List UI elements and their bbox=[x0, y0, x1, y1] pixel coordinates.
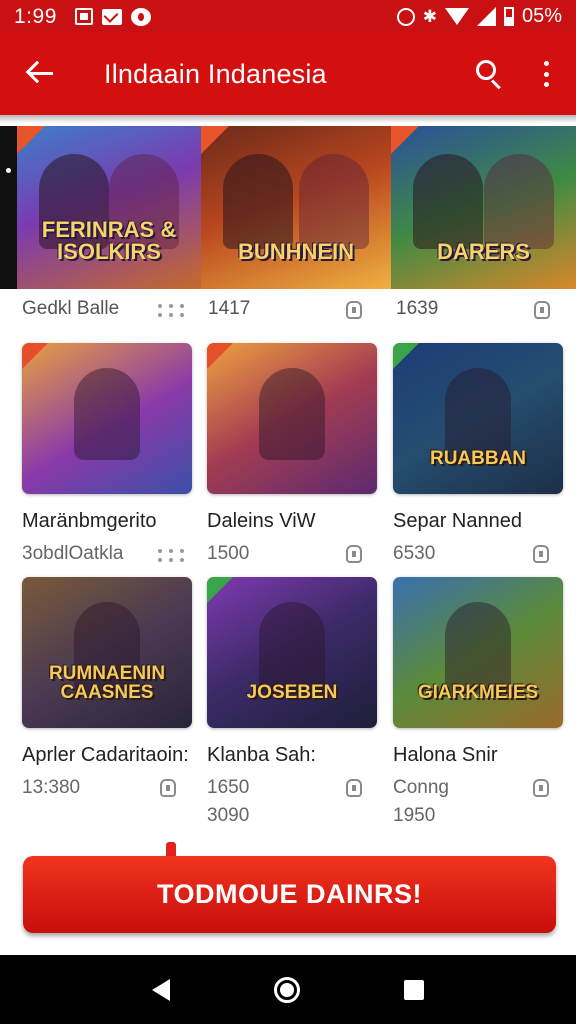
banner-label: 1639 bbox=[396, 298, 439, 319]
banner-art-title: FERINRAS & ISOLKIRS bbox=[41, 217, 177, 264]
hero-figure-art bbox=[484, 154, 554, 249]
game-meta: 1650 3090 bbox=[207, 777, 377, 826]
page-title: Ilndaain Indanesia bbox=[104, 58, 327, 89]
game-card[interactable]: RUMNAENIN CAASNES Aprler Cadaritaoin: 13… bbox=[22, 577, 192, 799]
status-bar: 1:99 ✱ 05% bbox=[0, 0, 576, 33]
thumb-icon bbox=[534, 301, 550, 319]
badge-corner-icon bbox=[207, 343, 233, 369]
hero-figure-art bbox=[299, 154, 369, 249]
game-thumbnail[interactable]: JOSEBEN bbox=[207, 577, 377, 728]
battery-percent: 05% bbox=[521, 5, 562, 27]
game-stat: 1500 bbox=[207, 543, 250, 564]
game-meta: 1500 bbox=[207, 543, 377, 565]
thumb-icon bbox=[346, 545, 362, 563]
game-name: Klanba Sah: bbox=[207, 744, 316, 766]
badge-corner-icon bbox=[22, 343, 48, 369]
game-thumbnail[interactable] bbox=[207, 343, 377, 494]
game-art-title: RUABBAN bbox=[429, 448, 527, 469]
notification-box-icon bbox=[74, 8, 93, 25]
badge-corner-icon bbox=[201, 126, 229, 154]
badge-corner-icon bbox=[393, 343, 419, 369]
grid-dots-icon bbox=[158, 549, 184, 563]
game-meta: 13:380 bbox=[22, 777, 192, 799]
hero-figure-art bbox=[223, 154, 293, 249]
more-vert-icon[interactable] bbox=[534, 58, 558, 90]
game-stat-secondary: 3090 bbox=[207, 805, 250, 826]
game-name: Aprler Cadaritaoin: bbox=[22, 744, 189, 766]
banner-art-title: BUNHNEIN bbox=[237, 239, 355, 264]
banner-label: Gedkl Balle bbox=[22, 298, 120, 319]
nav-home-icon[interactable] bbox=[274, 976, 300, 1003]
game-stat: 1650 bbox=[207, 777, 250, 798]
game-thumbnail[interactable]: RUABBAN bbox=[393, 343, 563, 494]
nav-back-icon[interactable] bbox=[152, 978, 170, 1001]
carousel-previous-edge[interactable] bbox=[0, 126, 17, 289]
game-thumbnail[interactable] bbox=[22, 343, 192, 494]
wifi-icon bbox=[444, 8, 469, 25]
game-name: Daleins ViW bbox=[207, 510, 316, 532]
game-meta: 3obdlOatkla bbox=[22, 543, 192, 565]
game-stat: 3obdlOatkla bbox=[22, 543, 124, 564]
badge-corner-icon bbox=[207, 577, 233, 603]
status-system-icons: ✱ 05% bbox=[396, 5, 562, 28]
banner-tile[interactable]: BUNHNEIN bbox=[201, 126, 391, 289]
mail-icon bbox=[101, 8, 122, 25]
banner-label: 1417 bbox=[208, 298, 251, 319]
game-name: Halona Snir bbox=[393, 744, 498, 766]
game-thumbnail[interactable]: GIARKMEIES bbox=[393, 577, 563, 728]
game-stat: Conng bbox=[393, 777, 449, 798]
banner-tile[interactable]: DARERS bbox=[391, 126, 576, 289]
badge-corner-icon bbox=[17, 126, 45, 154]
badge-corner-icon bbox=[391, 126, 419, 154]
thumb-icon bbox=[533, 545, 549, 563]
game-card[interactable]: JOSEBEN Klanba Sah: 1650 3090 bbox=[207, 577, 377, 826]
alarm-icon bbox=[396, 7, 415, 26]
hero-figure-art bbox=[413, 154, 483, 249]
app-bar: Ilndaain Indanesia bbox=[0, 33, 576, 118]
banner-info-row: Gedkl Balle 1417 1639 bbox=[0, 295, 576, 325]
hero-figure-art bbox=[445, 368, 511, 460]
cta-button[interactable]: TODMOUE DAINRS! bbox=[23, 856, 556, 933]
game-art-title: JOSEBEN bbox=[246, 682, 338, 703]
status-time: 1:99 bbox=[14, 4, 57, 28]
signal-icon bbox=[476, 7, 496, 26]
game-thumbnail[interactable]: RUMNAENIN CAASNES bbox=[22, 577, 192, 728]
app-bar-shadow bbox=[0, 115, 576, 123]
game-stat-secondary: 1950 bbox=[393, 805, 436, 826]
game-art-title: RUMNAENIN CAASNES bbox=[48, 663, 166, 703]
game-stat: 6530 bbox=[393, 543, 436, 564]
banner-tile[interactable]: FERINRAS & ISOLKIRS bbox=[17, 126, 201, 289]
search-icon[interactable] bbox=[474, 58, 506, 90]
game-art-title: GIARKMEIES bbox=[417, 682, 539, 703]
screen: 1:99 ✱ 05% Ilndaain Indanesia FERINRAS &… bbox=[0, 0, 576, 1024]
game-name: Separ Nanned bbox=[393, 510, 522, 532]
battery-icon bbox=[503, 7, 514, 26]
grid-dots-icon bbox=[158, 304, 184, 318]
thumb-icon bbox=[346, 779, 362, 797]
status-notification-icons bbox=[74, 7, 151, 26]
thumb-icon bbox=[160, 779, 176, 797]
banner-art-title: DARERS bbox=[437, 239, 530, 264]
thumb-icon bbox=[346, 301, 362, 319]
hero-figure-art bbox=[445, 602, 511, 694]
game-card[interactable]: Maränbmgerito 3obdlOatkla bbox=[22, 343, 192, 565]
hero-figure-art bbox=[74, 368, 140, 460]
back-arrow-icon[interactable] bbox=[22, 54, 62, 94]
game-meta: Conng 1950 bbox=[393, 777, 563, 826]
thumb-icon bbox=[533, 779, 549, 797]
game-card[interactable]: GIARKMEIES Halona Snir Conng 1950 bbox=[393, 577, 563, 826]
game-stat: 13:380 bbox=[22, 777, 81, 798]
game-card[interactable]: RUABBAN Separ Nanned 6530 bbox=[393, 343, 563, 565]
app-circle-icon bbox=[130, 7, 151, 26]
hero-figure-art bbox=[259, 368, 325, 460]
game-meta: 6530 bbox=[393, 543, 563, 565]
nav-recents-icon[interactable] bbox=[404, 979, 424, 1000]
system-nav-bar bbox=[0, 955, 576, 1024]
bluetooth-icon: ✱ bbox=[422, 6, 437, 26]
featured-banner-carousel[interactable]: FERINRAS & ISOLKIRS BUNHNEIN DARERS bbox=[0, 126, 576, 289]
game-name: Maränbmgerito bbox=[22, 510, 157, 532]
hero-figure-art bbox=[259, 602, 325, 694]
game-card[interactable]: Daleins ViW 1500 bbox=[207, 343, 377, 565]
